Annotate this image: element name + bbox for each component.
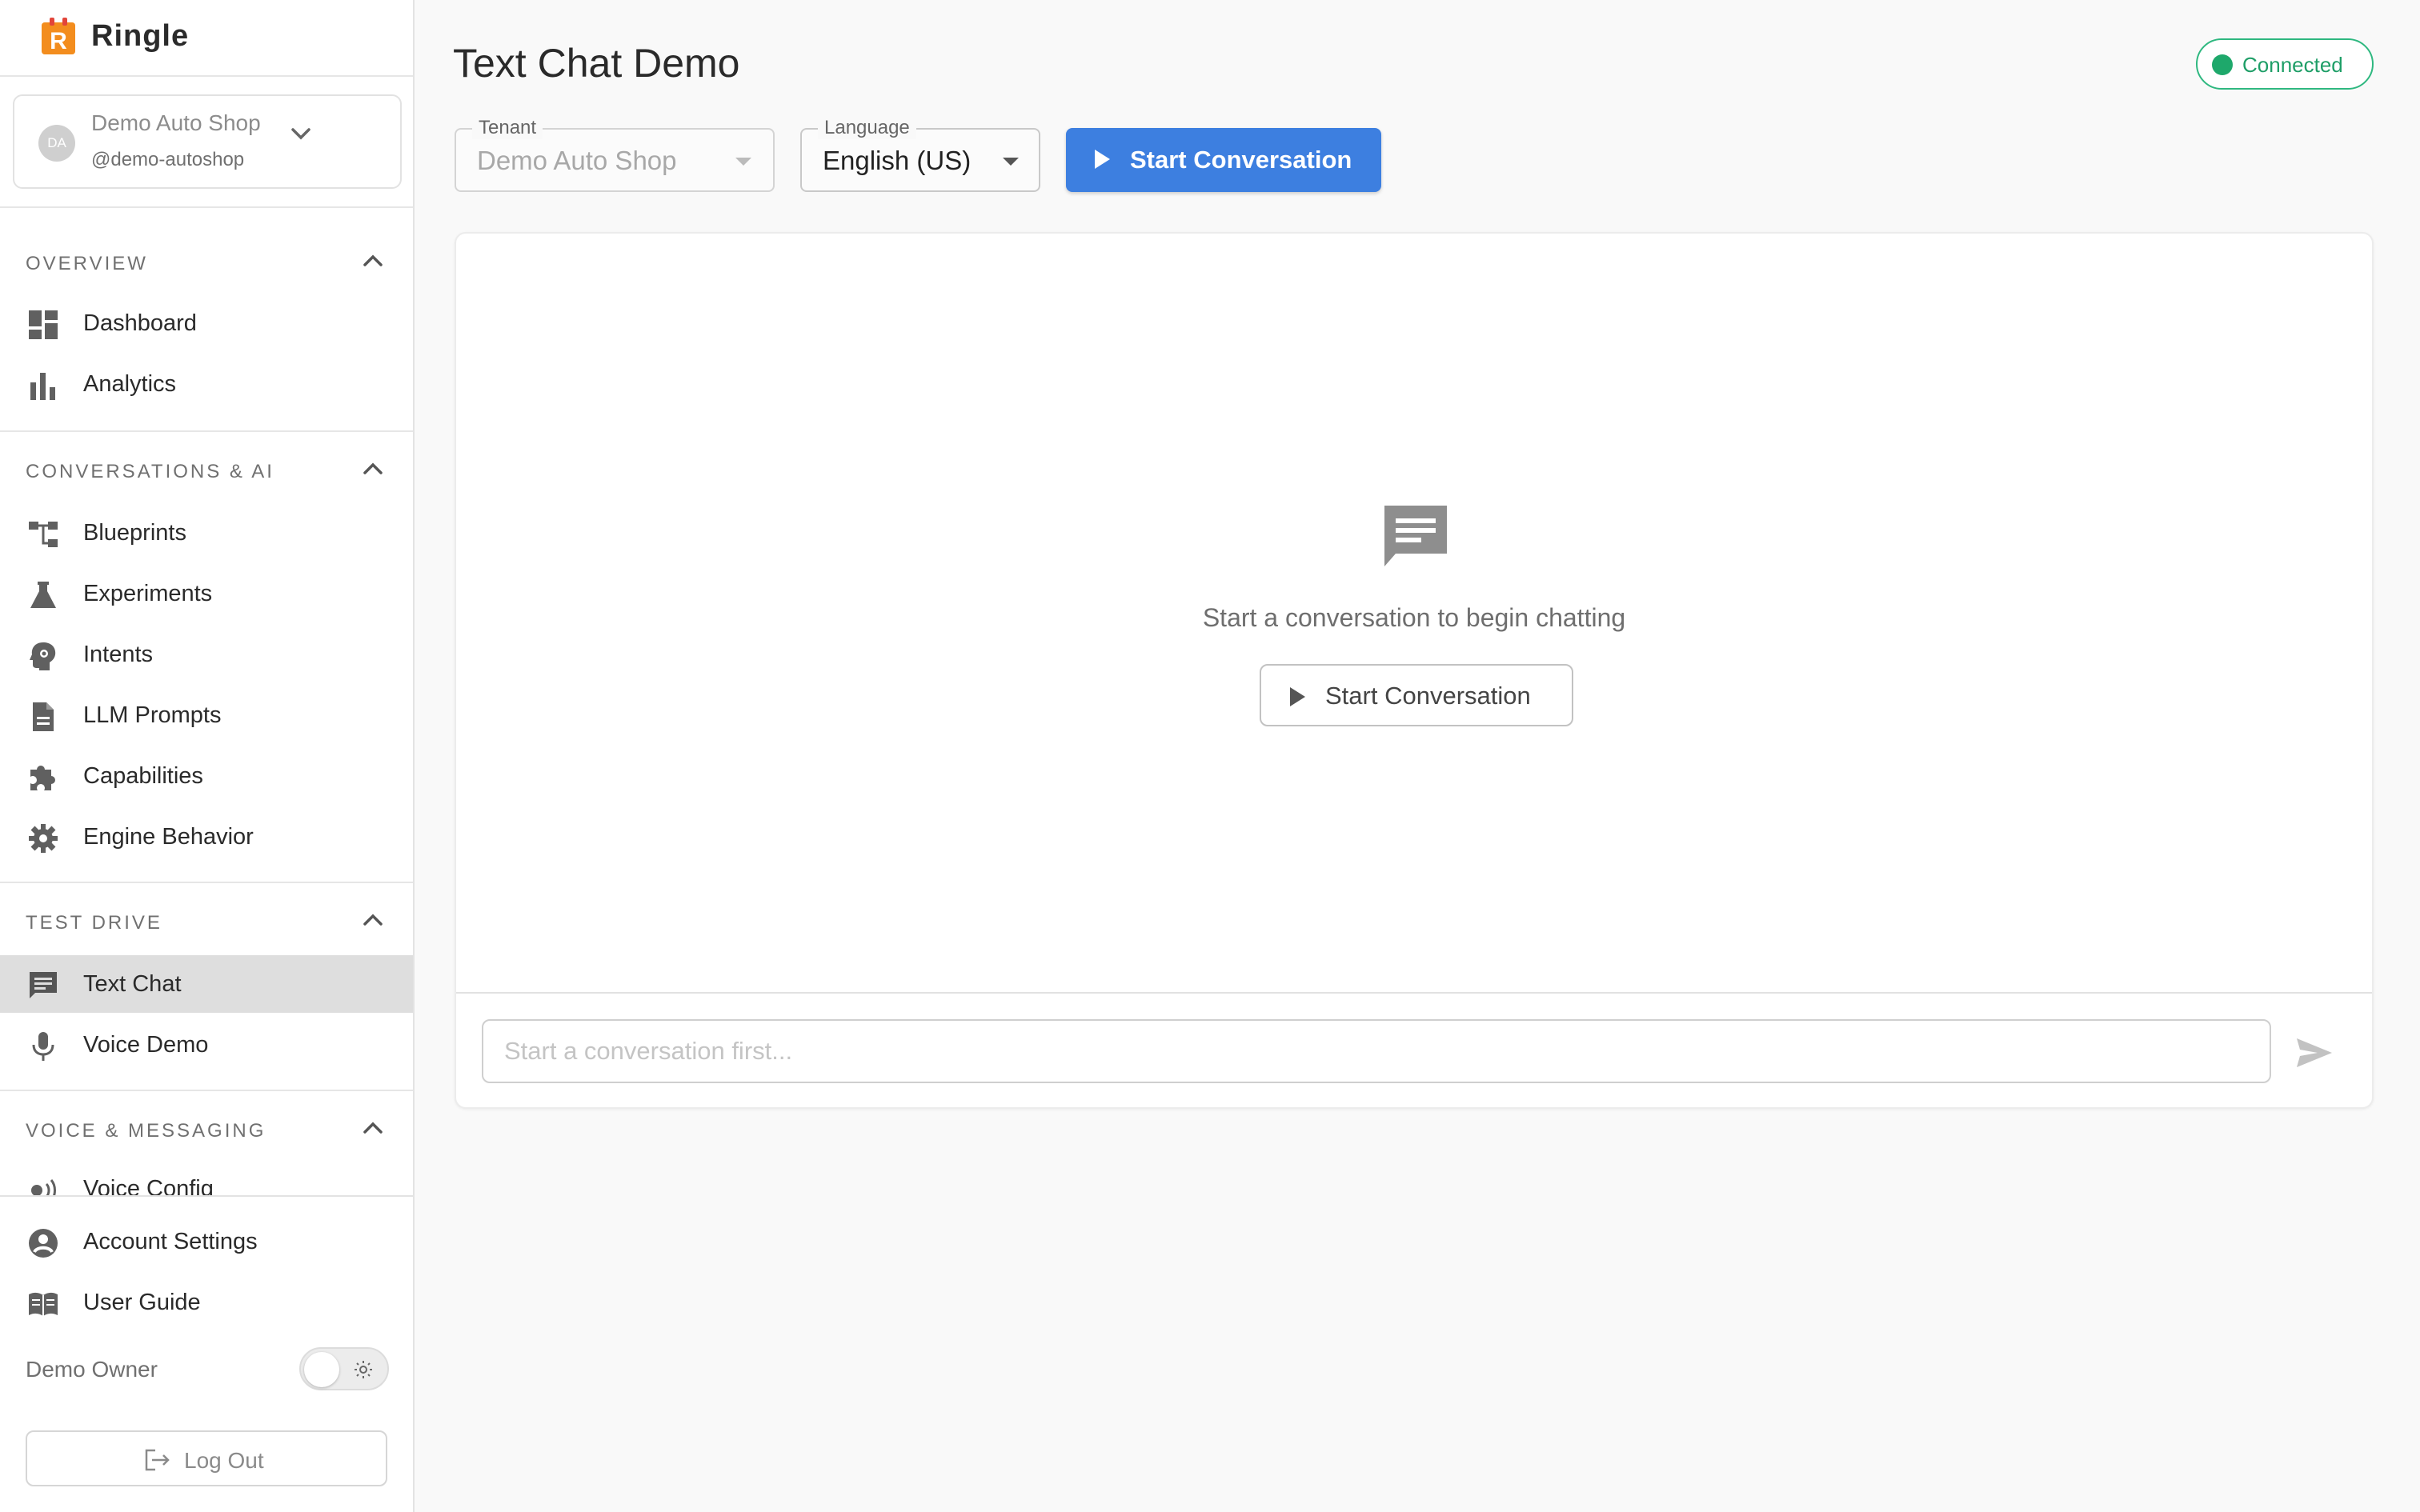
empty-state-message: Start a conversation to begin chatting [1202,603,1626,632]
section-title-conversations-ai: CONVERSATIONS & AI [26,461,274,482]
tenant-select-value: Demo Auto Shop [477,146,677,175]
sidebar-item-label: Dashboard [83,310,197,336]
document-icon [33,702,54,731]
sidebar-item-label: Voice Config [83,1176,214,1195]
logout-icon [145,1449,170,1471]
logout-button[interactable]: Log Out [26,1430,387,1486]
sidebar-item-label: Voice Demo [83,1032,209,1058]
message-input[interactable] [482,1019,2271,1083]
sidebar-item-label: Analytics [83,371,177,397]
chevron-up-icon[interactable] [362,1120,384,1136]
svg-text:R: R [50,28,67,54]
play-icon [1290,687,1305,706]
brand-name: Ringle [91,19,190,53]
sidebar-item-user-guide[interactable]: User Guide [0,1274,413,1331]
sidebar-item-analytics[interactable]: Analytics [0,355,413,413]
caret-down-icon [1003,158,1019,166]
sidebar-item-engine-behavior[interactable]: Engine Behavior [0,808,413,866]
sidebar-item-account-settings[interactable]: Account Settings [0,1213,413,1270]
sidebar-item-experiments[interactable]: Experiments [0,565,413,622]
chat-icon [30,972,57,998]
tenant-switcher-name: Demo Auto Shop [91,110,261,135]
voice-icon [31,1179,56,1195]
section-title-voice-messaging: VOICE & MESSAGING [26,1120,266,1142]
divider [0,206,413,208]
language-select-value: English (US) [823,146,972,175]
toggle-knob [304,1352,339,1387]
sidebar-item-label: Intents [83,642,154,667]
chevron-up-icon[interactable] [362,253,384,269]
send-icon[interactable] [2294,1035,2335,1070]
sidebar-item-label: Blueprints [83,520,186,546]
sidebar-item-blueprints[interactable]: Blueprints [0,504,413,562]
sidebar-item-text-chat[interactable]: Text Chat [0,955,413,1013]
tenant-select-label: Tenant [472,117,543,139]
tenant-select[interactable]: Tenant Demo Auto Shop [455,117,775,192]
page-title: Text Chat Demo [453,41,740,86]
sidebar-item-label: Account Settings [83,1229,258,1254]
divider [456,992,2372,994]
tenant-switcher-handle: @demo-autoshop [91,149,245,170]
empty-state-start-label: Start Conversation [1325,682,1531,710]
bar-chart-icon [30,373,55,400]
start-conversation-button[interactable]: Start Conversation [1066,128,1381,192]
sidebar-item-dashboard[interactable]: Dashboard [0,294,413,352]
flask-icon [30,582,56,608]
brand-header: R Ringle [0,0,413,77]
account-circle-icon [29,1229,58,1258]
brain-icon [30,642,56,670]
sidebar-item-voice-config[interactable]: Voice Config [0,1160,413,1195]
sidebar-item-label: Engine Behavior [83,824,254,850]
play-icon [1095,150,1110,169]
status-badge: Connected [2196,38,2374,90]
caret-down-icon [735,158,751,166]
status-dot-icon [2212,54,2233,75]
logout-label: Log Out [184,1448,264,1473]
user-name: Demo Owner [26,1357,158,1382]
divider [0,1090,413,1091]
sidebar-item-capabilities[interactable]: Capabilities [0,747,413,805]
empty-state-start-button[interactable]: Start Conversation [1260,664,1573,726]
language-select-label: Language [818,117,916,139]
sidebar-item-label: Experiments [83,581,213,606]
sidebar-scroll-clip: Voice Config [0,1160,413,1195]
chevron-up-icon[interactable] [362,461,384,477]
puzzle-icon [30,766,56,790]
language-select[interactable]: Language English (US) [800,117,1040,192]
sidebar-item-label: LLM Prompts [83,702,222,728]
section-title-overview: OVERVIEW [26,253,148,274]
chat-bubble-icon [1384,506,1447,566]
tenant-switcher[interactable]: DA Demo Auto Shop @demo-autoshop [13,94,402,189]
divider [0,882,413,883]
microphone-icon [32,1032,54,1061]
theme-toggle[interactable] [299,1347,389,1390]
sidebar-item-intents[interactable]: Intents [0,626,413,683]
dashboard-icon [29,310,58,339]
sidebar-item-label: User Guide [83,1290,201,1315]
sidebar-item-label: Capabilities [83,763,203,789]
status-label: Connected [2242,53,2343,77]
ringle-logo-icon: R [42,18,75,54]
chevron-down-icon[interactable] [290,126,312,142]
sidebar: R Ringle DA Demo Auto Shop @demo-autosho… [0,0,415,1512]
sidebar-item-voice-demo[interactable]: Voice Demo [0,1016,413,1074]
chat-panel: Start a conversation to begin chatting S… [455,232,2374,1109]
sun-icon [355,1361,372,1378]
sidebar-item-llm-prompts[interactable]: LLM Prompts [0,686,413,744]
gear-icon [29,824,58,853]
divider [0,430,413,432]
tenant-avatar: DA [38,125,75,162]
book-icon [29,1292,58,1316]
flowchart-icon [29,522,58,547]
chevron-up-icon[interactable] [362,912,384,928]
section-title-test-drive: TEST DRIVE [26,912,162,934]
sidebar-item-label: Text Chat [83,971,182,997]
start-conversation-label: Start Conversation [1130,146,1352,174]
